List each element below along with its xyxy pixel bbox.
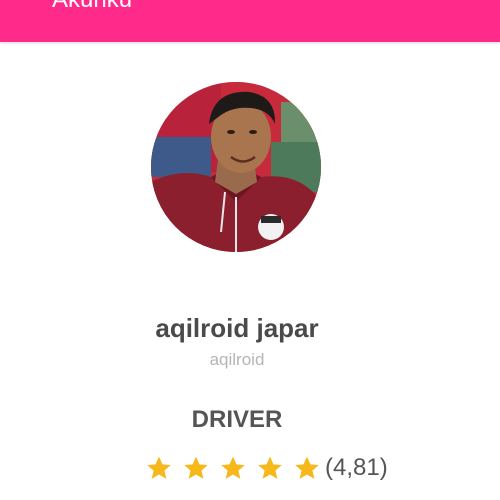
profile-role: DRIVER [191, 406, 283, 433]
star-icon [147, 456, 171, 479]
avatar-photo-icon [151, 82, 321, 252]
profile-avatar[interactable] [151, 82, 321, 252]
rating-value: (4,81) [325, 454, 388, 481]
app-bar-title: Akunku [52, 0, 132, 14]
profile-username: aqilroid [209, 350, 265, 369]
star-icon [221, 456, 245, 479]
star-icon [295, 456, 319, 479]
app-bar: Akunku [0, 0, 500, 42]
star-icon [258, 456, 282, 479]
star-icon [184, 456, 208, 479]
profile-name: aqilroid japar [155, 313, 319, 343]
rating-row: (4,81) [146, 452, 388, 484]
